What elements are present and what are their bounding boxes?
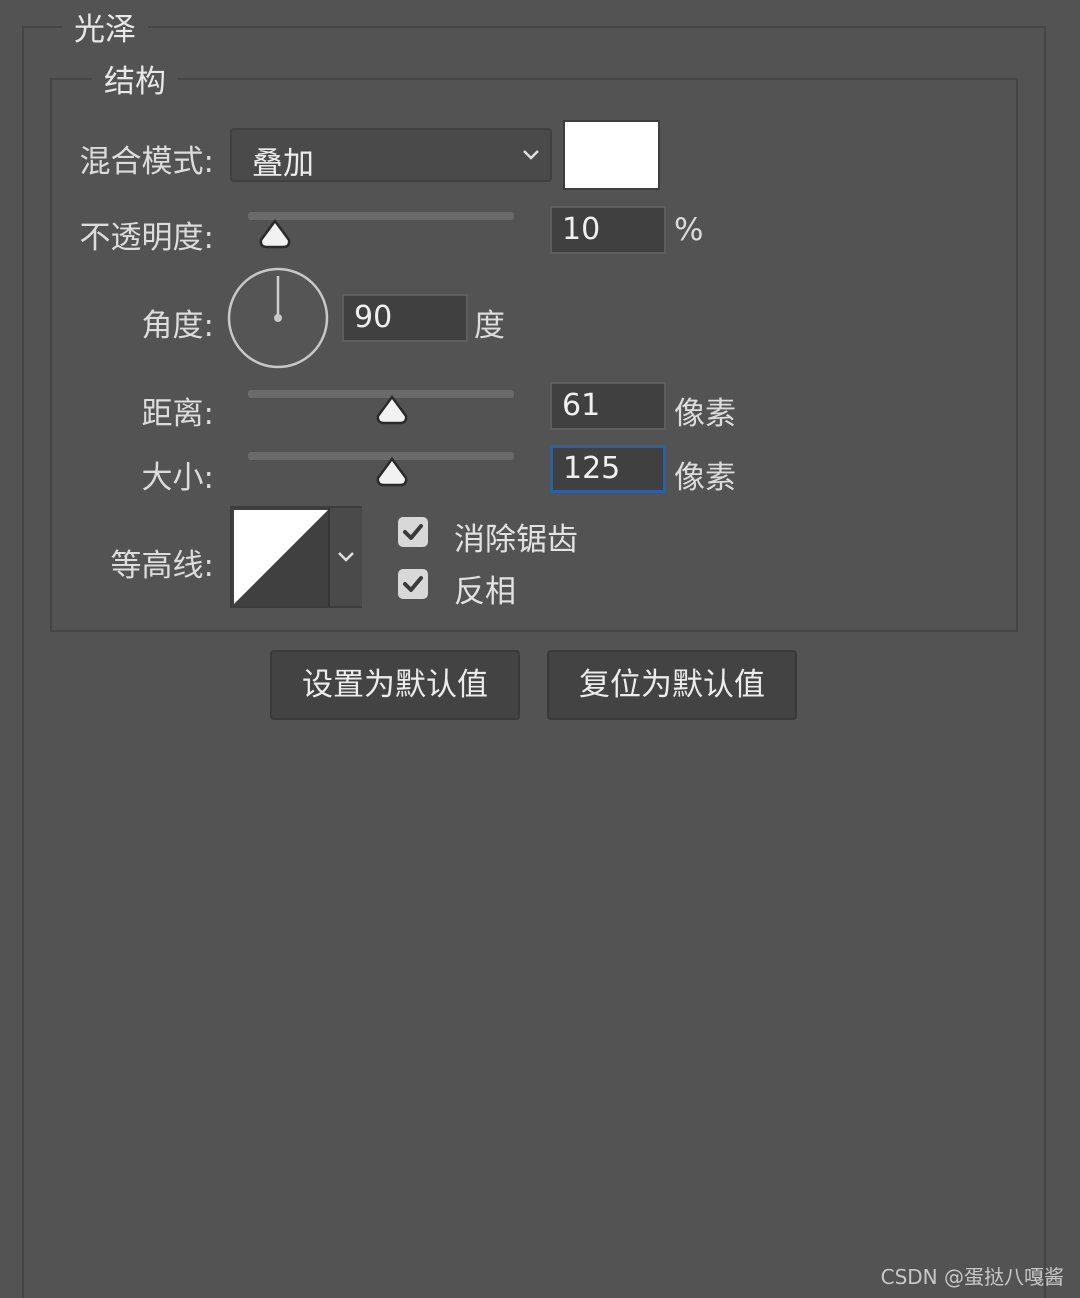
angle-unit: 度 xyxy=(474,308,505,344)
invert-checkbox[interactable] xyxy=(398,569,428,599)
invert-label: 反相 xyxy=(454,574,516,610)
section-title: 光泽 xyxy=(62,4,148,49)
angle-label: 角度: xyxy=(141,308,214,344)
blend-color-swatch[interactable] xyxy=(563,120,660,190)
distance-slider-thumb[interactable] xyxy=(374,394,410,426)
size-slider-thumb[interactable] xyxy=(374,456,410,488)
opacity-slider-thumb[interactable] xyxy=(257,218,293,250)
chevron-down-icon xyxy=(338,552,354,562)
contour-curve-preview xyxy=(234,510,328,604)
contour-label: 等高线: xyxy=(110,548,214,584)
anti-alias-checkbox[interactable] xyxy=(398,517,428,547)
angle-dial[interactable] xyxy=(226,266,330,370)
blend-mode-select[interactable]: 叠加 xyxy=(230,128,552,182)
size-input[interactable]: 125 xyxy=(550,445,666,493)
checkmark-icon xyxy=(403,524,423,540)
reset-default-button[interactable]: 复位为默认值 xyxy=(547,650,797,720)
opacity-label: 不透明度: xyxy=(79,220,214,256)
contour-picker[interactable] xyxy=(230,506,362,608)
blend-mode-label: 混合模式: xyxy=(79,144,214,180)
angle-input[interactable]: 90 xyxy=(342,294,468,342)
checkmark-icon xyxy=(403,576,423,592)
contour-dropdown-button[interactable] xyxy=(328,508,362,606)
distance-unit: 像素 xyxy=(674,396,736,432)
size-unit: 像素 xyxy=(674,460,736,496)
size-label: 大小: xyxy=(141,460,214,496)
opacity-unit: % xyxy=(674,212,704,248)
chevron-down-icon xyxy=(523,150,539,160)
watermark: CSDN @蛋挞八嘎酱 xyxy=(880,1265,1064,1289)
anti-alias-label: 消除锯齿 xyxy=(454,522,578,558)
opacity-input[interactable]: 10 xyxy=(550,206,666,254)
set-default-button[interactable]: 设置为默认值 xyxy=(270,650,520,720)
blend-mode-value: 叠加 xyxy=(252,146,314,182)
distance-input[interactable]: 61 xyxy=(550,382,666,430)
distance-label: 距离: xyxy=(141,396,214,432)
satin-settings-panel: 光泽 结构 混合模式: 叠加 不透明度: 10 % 角度: 90 度 距离: 6… xyxy=(0,0,1080,1298)
group-title: 结构 xyxy=(92,56,178,101)
